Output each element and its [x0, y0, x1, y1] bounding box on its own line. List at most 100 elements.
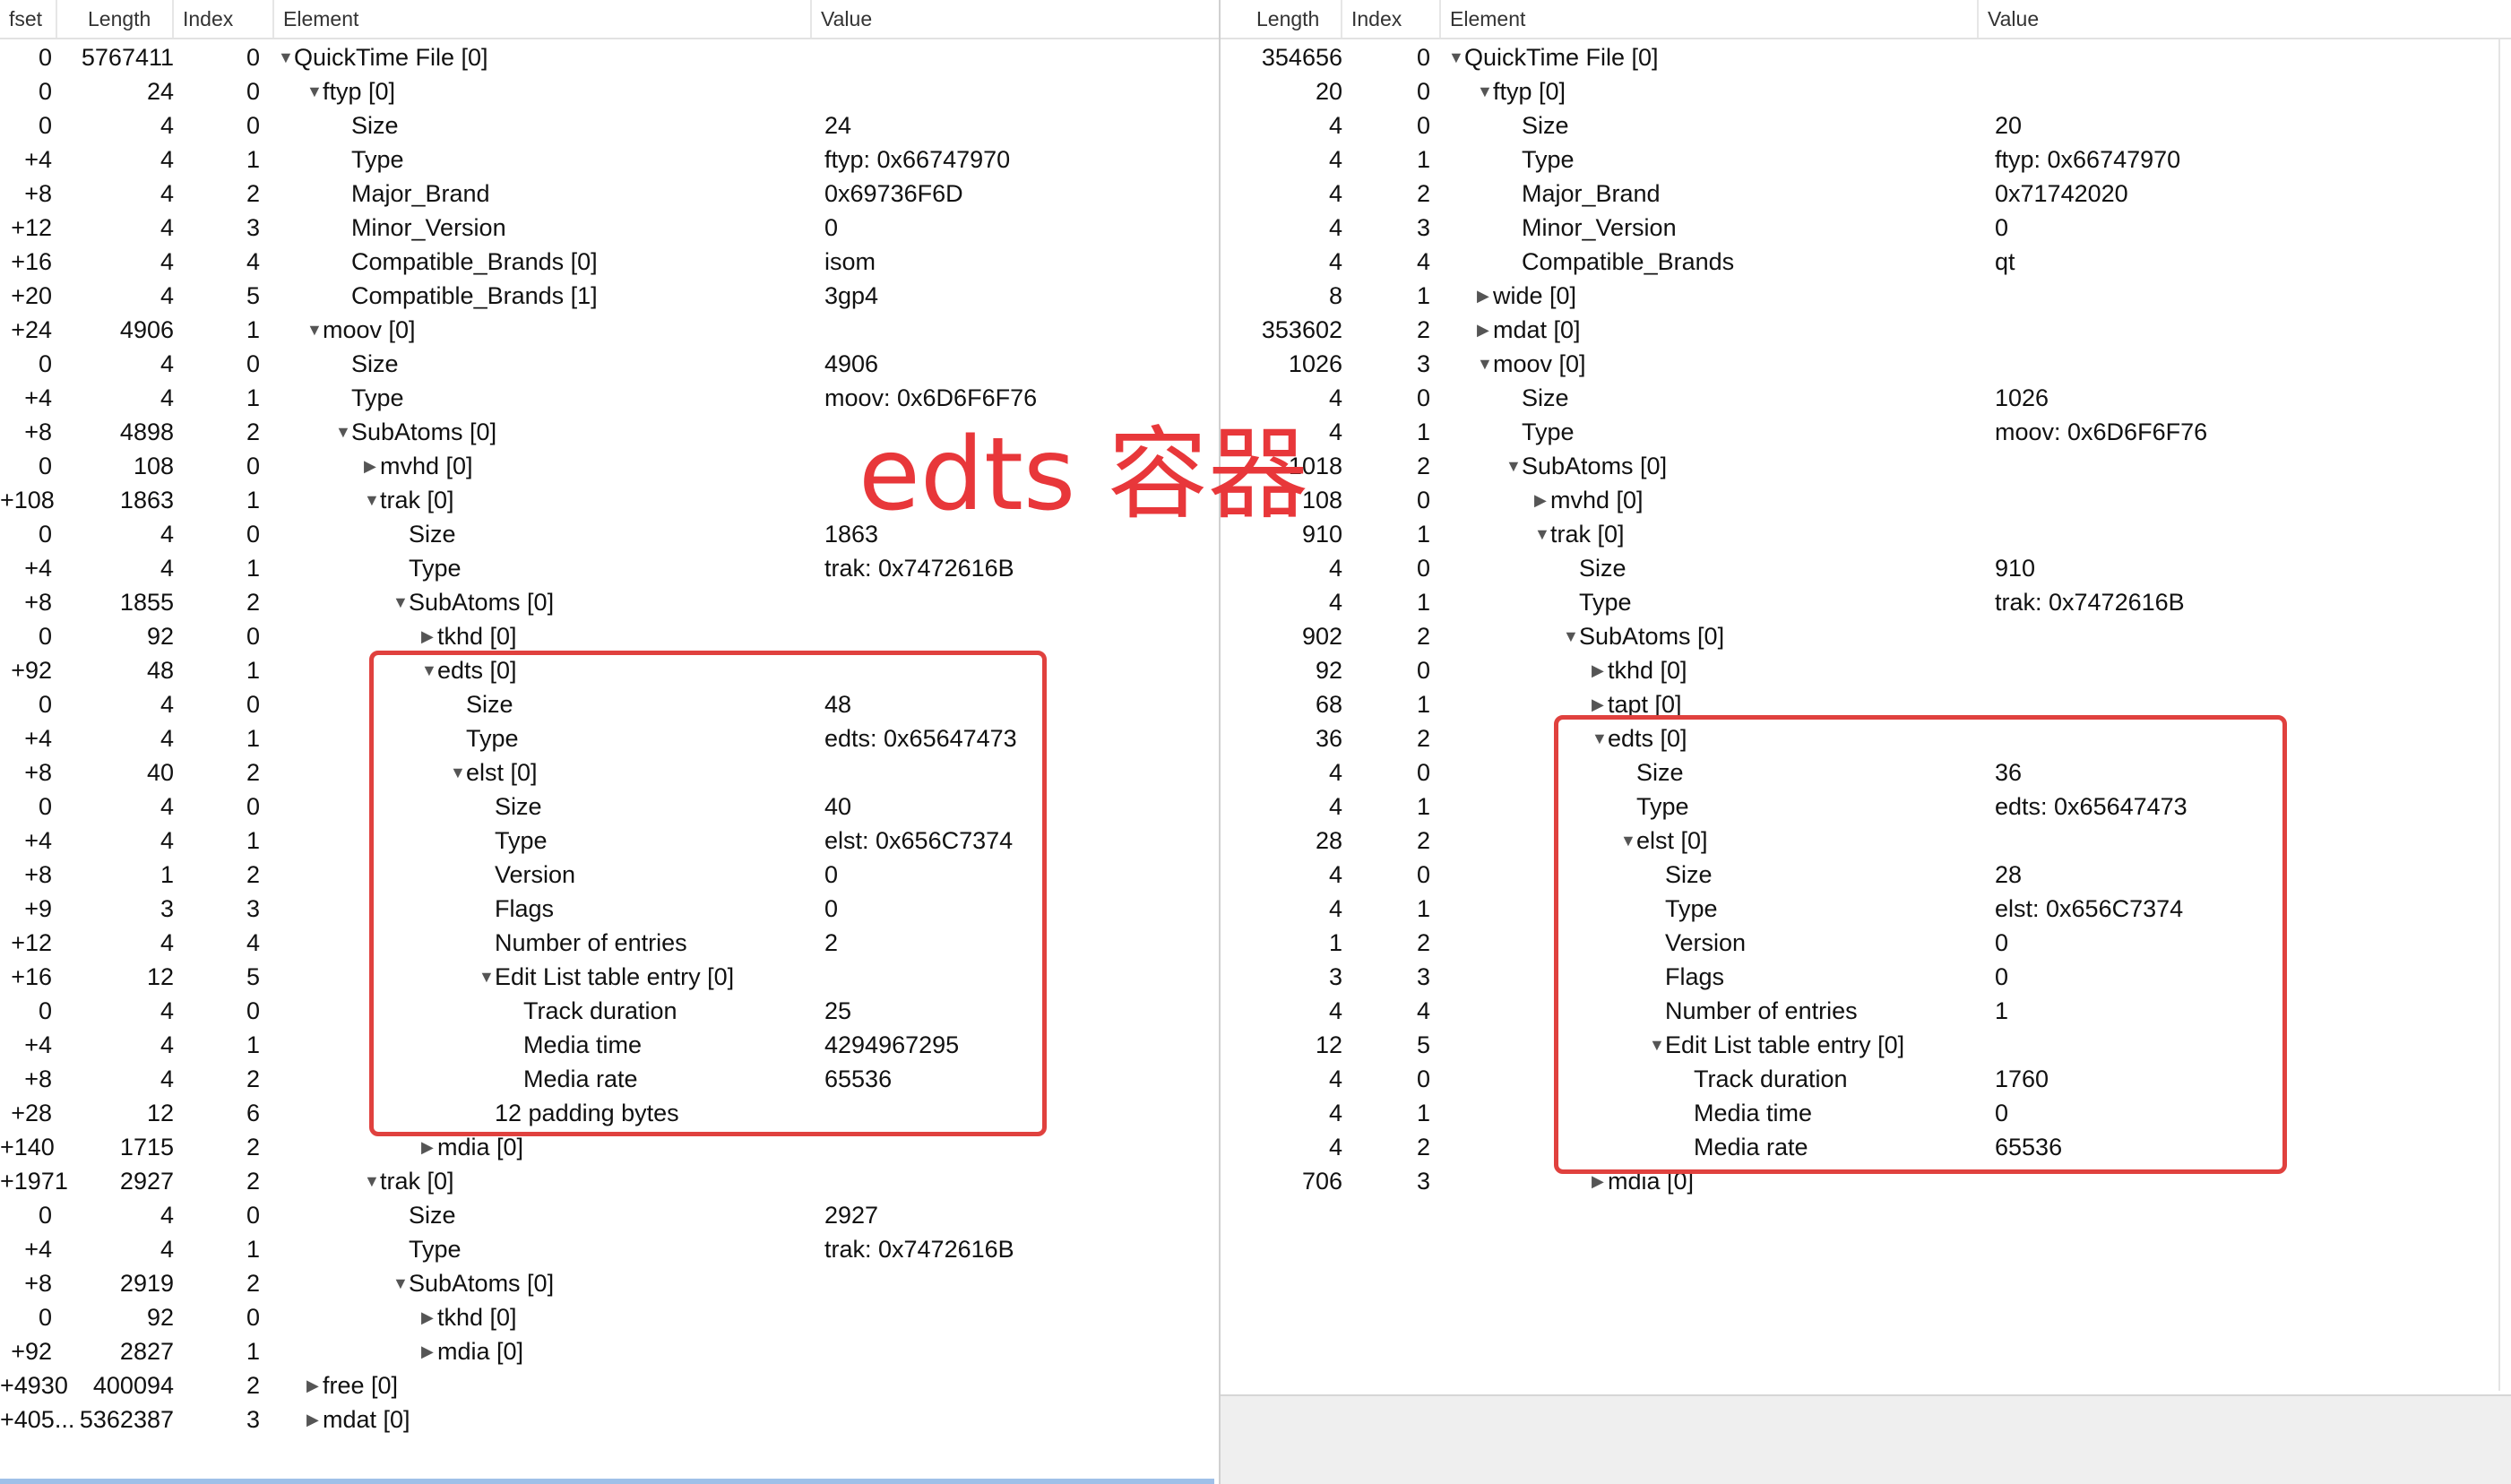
tree-row[interactable]: +4 4 1 Type moov: 0x6D6F6F76 — [0, 381, 1219, 415]
tree-row[interactable]: 706 3 ▶ mdia [0] — [1221, 1164, 2511, 1198]
disclosure-expanded-icon[interactable]: ▼ — [1448, 40, 1464, 74]
disclosure-collapsed-icon[interactable]: ▶ — [1592, 1164, 1608, 1198]
index-column-header[interactable]: Index — [1342, 0, 1441, 38]
disclosure-expanded-icon[interactable]: ▼ — [306, 313, 323, 347]
tree-row[interactable]: 0 4 0 Size 48 — [0, 687, 1219, 721]
tree-row[interactable]: 4 0 Size 28 — [1221, 858, 2511, 892]
tree-row[interactable]: 92 0 ▶ tkhd [0] — [1221, 653, 2511, 687]
disclosure-expanded-icon[interactable]: ▼ — [1649, 1028, 1665, 1062]
tree-row[interactable]: 68 1 ▶ tapt [0] — [1221, 687, 2511, 721]
tree-row[interactable]: 12 5 ▼Edit List table entry [0] — [1221, 1028, 2511, 1062]
tree-row[interactable]: +4 4 1 Type trak: 0x7472616B — [0, 551, 1219, 585]
tree-row[interactable]: 4 1 Type trak: 0x7472616B — [1221, 585, 2511, 619]
tree-row[interactable]: 3 3 Flags 0 — [1221, 960, 2511, 994]
tree-row[interactable]: +4 4 1 Media time 4294967295 — [0, 1028, 1219, 1062]
tree-row[interactable]: +4 4 1 Type trak: 0x7472616B — [0, 1232, 1219, 1266]
tree-row[interactable]: 0 24 0 ▼ftyp [0] — [0, 74, 1219, 108]
tree-row[interactable]: 4 1 Media time 0 — [1221, 1096, 2511, 1130]
tree-row[interactable]: +8 1 2 Version 0 — [0, 858, 1219, 892]
disclosure-collapsed-icon[interactable]: ▶ — [1477, 313, 1493, 347]
value-column-header[interactable]: Value — [1979, 0, 2498, 38]
tree-row[interactable]: 902 2 ▼SubAtoms [0] — [1221, 619, 2511, 653]
disclosure-expanded-icon[interactable]: ▼ — [450, 755, 466, 789]
tree-row[interactable]: 1 2 Version 0 — [1221, 926, 2511, 960]
tree-row[interactable]: 8 1 ▶ wide [0] — [1221, 279, 2511, 313]
tree-row[interactable]: +9 3 3 Flags 0 — [0, 892, 1219, 926]
disclosure-expanded-icon[interactable]: ▼ — [1477, 74, 1493, 108]
tree-row[interactable]: +140 1715 2 ▶ mdia [0] — [0, 1130, 1219, 1164]
left-horizontal-scrollbar[interactable] — [0, 1479, 1214, 1484]
tree-row[interactable]: +16 12 5 ▼Edit List table entry [0] — [0, 960, 1219, 994]
tree-row[interactable]: 353602 2 ▶ mdat [0] — [1221, 313, 2511, 347]
tree-row[interactable]: 4 3 Minor_Version 0 — [1221, 211, 2511, 245]
tree-row[interactable]: 354656 0 ▼QuickTime File [0] — [1221, 40, 2511, 74]
disclosure-collapsed-icon[interactable]: ▶ — [306, 1402, 323, 1437]
disclosure-expanded-icon[interactable]: ▼ — [393, 585, 409, 619]
disclosure-expanded-icon[interactable]: ▼ — [1506, 449, 1522, 483]
length-column-header[interactable]: Length — [1221, 0, 1342, 38]
disclosure-expanded-icon[interactable]: ▼ — [421, 653, 437, 687]
tree-row[interactable]: +8 4 2 Major_Brand 0x69736F6D — [0, 177, 1219, 211]
length-column-header[interactable]: Length — [57, 0, 174, 38]
tree-row[interactable]: 1018 2 ▼SubAtoms [0] — [1221, 449, 2511, 483]
tree-row[interactable]: 108 0 ▶ mvhd [0] — [1221, 483, 2511, 517]
disclosure-expanded-icon[interactable]: ▼ — [335, 415, 351, 449]
disclosure-expanded-icon[interactable]: ▼ — [1477, 347, 1493, 381]
disclosure-collapsed-icon[interactable]: ▶ — [421, 1300, 437, 1334]
tree-row[interactable]: 1026 3 ▼moov [0] — [1221, 347, 2511, 381]
tree-row[interactable]: 0 92 0 ▶ tkhd [0] — [0, 1300, 1219, 1334]
tree-row[interactable]: 4 1 Type elst: 0x656C7374 — [1221, 892, 2511, 926]
tree-row[interactable]: 0 5767411 0 ▼QuickTime File [0] — [0, 40, 1219, 74]
tree-row[interactable]: 4 4 Compatible_Brands qt — [1221, 245, 2511, 279]
disclosure-collapsed-icon[interactable]: ▶ — [306, 1368, 323, 1402]
tree-row[interactable]: 4 1 Type moov: 0x6D6F6F76 — [1221, 415, 2511, 449]
tree-row[interactable]: 4 2 Major_Brand 0x71742020 — [1221, 177, 2511, 211]
tree-row[interactable]: 20 0 ▼ftyp [0] — [1221, 74, 2511, 108]
disclosure-collapsed-icon[interactable]: ▶ — [421, 1130, 437, 1164]
tree-row[interactable]: +4930 400094 2 ▶ free [0] — [0, 1368, 1219, 1402]
tree-row[interactable]: +92 2827 1 ▶ mdia [0] — [0, 1334, 1219, 1368]
tree-row[interactable]: +16 4 4 Compatible_Brands [0] isom — [0, 245, 1219, 279]
tree-row[interactable]: +12 4 3 Minor_Version 0 — [0, 211, 1219, 245]
disclosure-collapsed-icon[interactable]: ▶ — [421, 1334, 437, 1368]
tree-row[interactable]: +405... 5362387 3 ▶ mdat [0] — [0, 1402, 1219, 1437]
disclosure-collapsed-icon[interactable]: ▶ — [421, 619, 437, 653]
disclosure-expanded-icon[interactable]: ▼ — [306, 74, 323, 108]
disclosure-collapsed-icon[interactable]: ▶ — [1477, 279, 1493, 313]
tree-row[interactable]: 28 2 ▼elst [0] — [1221, 824, 2511, 858]
element-column-header[interactable]: Element — [274, 0, 812, 38]
tree-row[interactable]: 4 4 Number of entries 1 — [1221, 994, 2511, 1028]
tree-row[interactable]: +20 4 5 Compatible_Brands [1] 3gp4 — [0, 279, 1219, 313]
tree-row[interactable]: 0 4 0 Size 2927 — [0, 1198, 1219, 1232]
disclosure-expanded-icon[interactable]: ▼ — [1534, 517, 1550, 551]
disclosure-expanded-icon[interactable]: ▼ — [364, 1164, 380, 1198]
tree-row[interactable]: 4 0 Size 20 — [1221, 108, 2511, 142]
value-column-header[interactable]: Value — [812, 0, 1219, 38]
disclosure-expanded-icon[interactable]: ▼ — [393, 1266, 409, 1300]
tree-row[interactable]: +8 40 2 ▼elst [0] — [0, 755, 1219, 789]
index-column-header[interactable]: Index — [174, 0, 274, 38]
element-column-header[interactable]: Element — [1441, 0, 1979, 38]
tree-row[interactable]: 0 4 0 Size 4906 — [0, 347, 1219, 381]
tree-row[interactable]: +8 4 2 Media rate 65536 — [0, 1062, 1219, 1096]
right-vertical-scrollbar[interactable] — [2498, 39, 2511, 1391]
disclosure-collapsed-icon[interactable]: ▶ — [1592, 687, 1608, 721]
tree-row[interactable]: 0 4 0 Size 24 — [0, 108, 1219, 142]
tree-row[interactable]: 4 0 Size 36 — [1221, 755, 2511, 789]
tree-row[interactable]: +28 12 6 12 padding bytes — [0, 1096, 1219, 1130]
tree-row[interactable]: 910 1 ▼trak [0] — [1221, 517, 2511, 551]
tree-row[interactable]: 36 2 ▼edts [0] — [1221, 721, 2511, 755]
tree-row[interactable]: 0 4 0 Track duration 25 — [0, 994, 1219, 1028]
tree-row[interactable]: 0 92 0 ▶ tkhd [0] — [0, 619, 1219, 653]
tree-row[interactable]: +1971 2927 2 ▼trak [0] — [0, 1164, 1219, 1198]
disclosure-expanded-icon[interactable]: ▼ — [1620, 824, 1636, 858]
tree-row[interactable]: +92 48 1 ▼edts [0] — [0, 653, 1219, 687]
disclosure-expanded-icon[interactable]: ▼ — [364, 483, 380, 517]
tree-row[interactable]: +24 4906 1 ▼moov [0] — [0, 313, 1219, 347]
tree-row[interactable]: 4 0 Size 910 — [1221, 551, 2511, 585]
tree-row[interactable]: 0 4 0 Size 40 — [0, 789, 1219, 824]
tree-row[interactable]: 4 1 Type ftyp: 0x66747970 — [1221, 142, 2511, 177]
tree-row[interactable]: 4 0 Track duration 1760 — [1221, 1062, 2511, 1096]
disclosure-expanded-icon[interactable]: ▼ — [479, 960, 495, 994]
tree-row[interactable]: 4 2 Media rate 65536 — [1221, 1130, 2511, 1164]
